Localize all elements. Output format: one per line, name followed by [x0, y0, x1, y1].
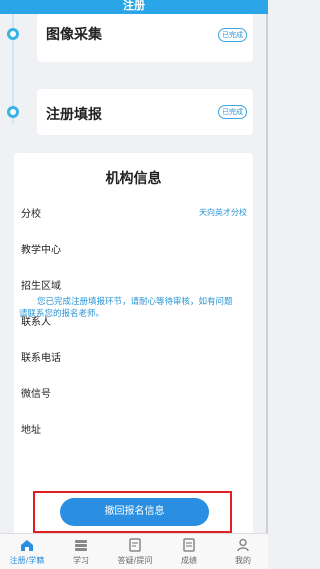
tab-profile[interactable]: 我的 — [216, 534, 270, 569]
timeline-dot — [7, 28, 19, 40]
profile-icon — [237, 538, 249, 552]
tab-label: 答疑/提问 — [117, 556, 153, 565]
tab-grades[interactable]: 成绩 — [162, 534, 216, 569]
study-icon — [75, 540, 87, 551]
home-icon — [21, 540, 33, 551]
step-title: 图像采集 — [46, 27, 102, 43]
info-label-phone: 联系电话 — [21, 353, 61, 364]
tab-label: 学习 — [73, 556, 89, 565]
step-title: 注册填报 — [46, 107, 102, 123]
scrollbar-edge — [266, 14, 268, 533]
info-label-branch: 分校 — [21, 209, 41, 220]
info-value-branch: 天向英才分校 — [199, 208, 247, 217]
timeline-dot — [7, 106, 19, 118]
step-card-image-capture[interactable]: 图像采集 已完成 — [37, 14, 253, 62]
info-label-region: 招生区域 — [21, 281, 61, 292]
tab-registration[interactable]: 注册/学籍 — [0, 534, 54, 569]
page-header: 注册 — [0, 0, 268, 14]
info-label-address: 地址 — [21, 425, 41, 436]
grade-icon — [183, 538, 195, 552]
info-label-center: 教学中心 — [21, 245, 61, 256]
withdraw-button[interactable]: 撤回报名信息 — [60, 498, 209, 526]
info-title: 机构信息 — [105, 171, 162, 187]
qa-icon — [129, 538, 141, 552]
info-label-wechat: 微信号 — [21, 389, 51, 400]
tab-label: 我的 — [235, 556, 251, 565]
tab-label: 注册/学籍 — [9, 556, 45, 565]
step-card-registration[interactable]: 注册填报 已完成 — [37, 89, 253, 135]
status-badge: 已完成 — [218, 105, 247, 119]
tab-study[interactable]: 学习 — [54, 534, 108, 569]
tab-qa[interactable]: 答疑/提问 — [108, 534, 162, 569]
bottom-tab-bar: 注册/学籍 学习 答疑/提问 成绩 我的 — [0, 533, 268, 569]
status-badge: 已完成 — [218, 28, 247, 42]
notice-text: 您已完成注册填报环节，请耐心等待审核，如有问题请联系您的报名老师。 — [19, 297, 233, 319]
page-title: 注册 — [123, 0, 145, 12]
tab-label: 成绩 — [181, 556, 197, 565]
